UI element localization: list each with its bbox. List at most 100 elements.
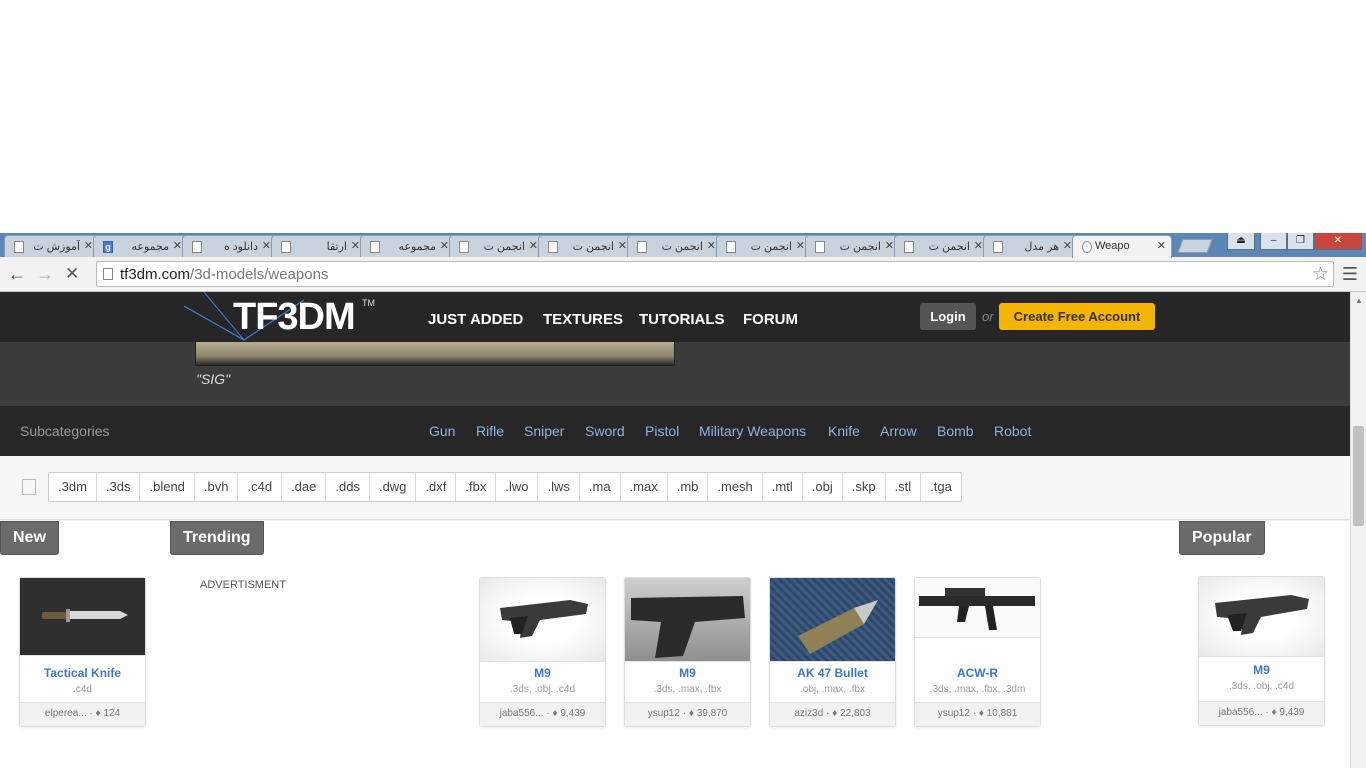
browser-tab[interactable]: انجمن ت ✕ (538, 235, 633, 257)
menu-icon[interactable]: ☰ (1342, 264, 1358, 285)
subcategory-knife[interactable]: Knife (828, 423, 860, 439)
nav-just-added[interactable]: JUST ADDED (428, 311, 523, 328)
close-icon[interactable]: ✕ (885, 239, 894, 252)
format-mtl[interactable]: .mtl (763, 473, 803, 501)
browser-tab[interactable]: دانلود ه ✕ (182, 235, 277, 257)
subcategory-rifle[interactable]: Rifle (476, 423, 504, 439)
model-name[interactable]: ACW-R (915, 666, 1040, 680)
bookmark-star-icon[interactable]: ☆ (1312, 263, 1329, 286)
subcategory-robot[interactable]: Robot (994, 423, 1031, 439)
filter-icon[interactable] (22, 479, 36, 495)
model-card[interactable]: Tactical Knife .c4d elperea... · ♦ 124 (19, 577, 146, 727)
close-icon[interactable]: ✕ (796, 239, 805, 252)
format-3ds[interactable]: .3ds (97, 473, 141, 501)
model-name[interactable]: M9 (480, 666, 605, 680)
format-max[interactable]: .max (621, 473, 668, 501)
model-card[interactable]: M9 .3ds, .max, .fbx ysup12 · ♦ 39,870 (624, 577, 751, 727)
format-mb[interactable]: .mb (668, 473, 709, 501)
scroll-up-icon[interactable]: ▲ (1355, 296, 1363, 305)
window-close-button[interactable]: ✕ (1314, 233, 1362, 250)
subcategory-pistol[interactable]: Pistol (645, 423, 679, 439)
close-icon[interactable]: ✕ (1063, 239, 1072, 252)
close-icon[interactable]: ✕ (440, 239, 449, 252)
minimize-button[interactable]: – (1260, 233, 1287, 250)
format-bvh[interactable]: .bvh (195, 473, 239, 501)
user-icon[interactable]: ⏏ (1227, 233, 1255, 250)
close-icon[interactable]: ✕ (707, 239, 716, 252)
browser-tab[interactable]: انجمن ت ✕ (805, 235, 900, 257)
browser-tab[interactable]: آموزش ت ✕ (4, 235, 99, 257)
model-thumbnail[interactable] (1199, 577, 1324, 657)
browser-tab[interactable]: مجموعه ✕ (360, 235, 455, 257)
subcategory-gun[interactable]: Gun (429, 423, 455, 439)
section-popular[interactable]: Popular (1179, 521, 1265, 555)
subcategory-sniper[interactable]: Sniper (524, 423, 564, 439)
model-thumbnail[interactable] (770, 578, 895, 662)
close-icon[interactable]: ✕ (84, 239, 93, 252)
nav-forum[interactable]: FORUM (743, 311, 798, 328)
browser-tab[interactable]: انجمن ت ✕ (449, 235, 544, 257)
close-icon[interactable]: ✕ (529, 239, 538, 252)
browser-tab[interactable]: g مجموعه ✕ (93, 235, 188, 257)
url-text[interactable]: tf3dm.com/3d-models/weapons (120, 266, 328, 283)
nav-tutorials[interactable]: TUTORIALS (639, 311, 725, 328)
format-blend[interactable]: .blend (140, 473, 195, 501)
section-trending[interactable]: Trending (170, 521, 264, 555)
back-icon[interactable]: ← (8, 264, 26, 285)
scrollbar-thumb[interactable] (1353, 426, 1364, 526)
format-dwg[interactable]: .dwg (370, 473, 417, 501)
nav-textures[interactable]: TEXTURES (543, 311, 623, 328)
forward-icon[interactable]: → (36, 264, 54, 285)
login-button[interactable]: Login (920, 303, 976, 330)
site-logo[interactable]: TF3DM (233, 296, 356, 339)
format-dae[interactable]: .dae (282, 473, 327, 501)
browser-tab[interactable]: هر مدل ✕ (983, 235, 1078, 257)
section-new[interactable]: New (0, 521, 59, 555)
model-card[interactable]: M9 .3ds, .obj, .c4d jaba556... · ♦ 9,439 (479, 577, 606, 727)
new-tab-button[interactable] (1177, 239, 1213, 253)
close-icon[interactable]: ✕ (1157, 239, 1166, 252)
create-account-button[interactable]: Create Free Account (999, 303, 1155, 330)
format-3dm[interactable]: .3dm (49, 473, 97, 501)
close-icon[interactable]: ✕ (262, 239, 271, 252)
restore-button[interactable]: ❐ (1287, 233, 1314, 250)
subcategory-bomb[interactable]: Bomb (937, 423, 974, 439)
model-card[interactable]: M9 .3ds, .obj, .c4d jaba556... · ♦ 9,439 (1198, 576, 1325, 726)
model-thumbnail[interactable] (625, 578, 750, 662)
subcategory-military-weapons[interactable]: Military Weapons (699, 423, 806, 439)
close-icon[interactable]: ✕ (173, 239, 182, 252)
browser-tab[interactable]: انجمن ت ✕ (716, 235, 811, 257)
model-name[interactable]: M9 (1199, 663, 1324, 677)
stop-icon[interactable]: ✕ (65, 264, 79, 284)
model-card[interactable]: AK 47 Bullet .obj, .max, .fbx aziz3d · ♦… (769, 577, 896, 727)
browser-tab[interactable]: انجمن ت ✕ (627, 235, 722, 257)
close-icon[interactable]: ✕ (351, 239, 360, 252)
model-name[interactable]: AK 47 Bullet (770, 666, 895, 680)
browser-tab[interactable]: انجمن ت ✕ (894, 235, 989, 257)
format-mesh[interactable]: .mesh (708, 473, 763, 501)
format-tga[interactable]: .tga (921, 473, 961, 501)
subcategory-sword[interactable]: Sword (585, 423, 625, 439)
model-name[interactable]: Tactical Knife (20, 666, 145, 680)
page-scrollbar[interactable]: ▲ (1350, 292, 1366, 768)
model-thumbnail[interactable] (915, 578, 1040, 638)
format-skp[interactable]: .skp (843, 473, 886, 501)
browser-tab-active[interactable]: Weapo ✕ (1072, 235, 1172, 258)
subcategory-arrow[interactable]: Arrow (880, 423, 917, 439)
address-bar[interactable]: tf3dm.com/3d-models/weapons ☆ (96, 261, 1334, 287)
format-lws[interactable]: .lws (538, 473, 580, 501)
browser-tab[interactable]: ارتقا ✕ (271, 235, 366, 257)
model-thumbnail[interactable] (480, 578, 605, 662)
format-dxf[interactable]: .dxf (416, 473, 457, 501)
format-dds[interactable]: .dds (326, 473, 370, 501)
format-ma[interactable]: .ma (580, 473, 621, 501)
format-lwo[interactable]: .lwo (496, 473, 539, 501)
close-icon[interactable]: ✕ (974, 239, 983, 252)
format-stl[interactable]: .stl (886, 473, 922, 501)
model-thumbnail[interactable] (20, 578, 145, 656)
close-icon[interactable]: ✕ (618, 239, 627, 252)
format-c4d[interactable]: .c4d (238, 473, 283, 501)
model-card[interactable]: ACW-R .3ds, .max, .fbx, .3dm ysup12 · ♦ … (914, 577, 1041, 727)
format-obj[interactable]: .obj (803, 473, 843, 501)
format-fbx[interactable]: .fbx (456, 473, 497, 501)
